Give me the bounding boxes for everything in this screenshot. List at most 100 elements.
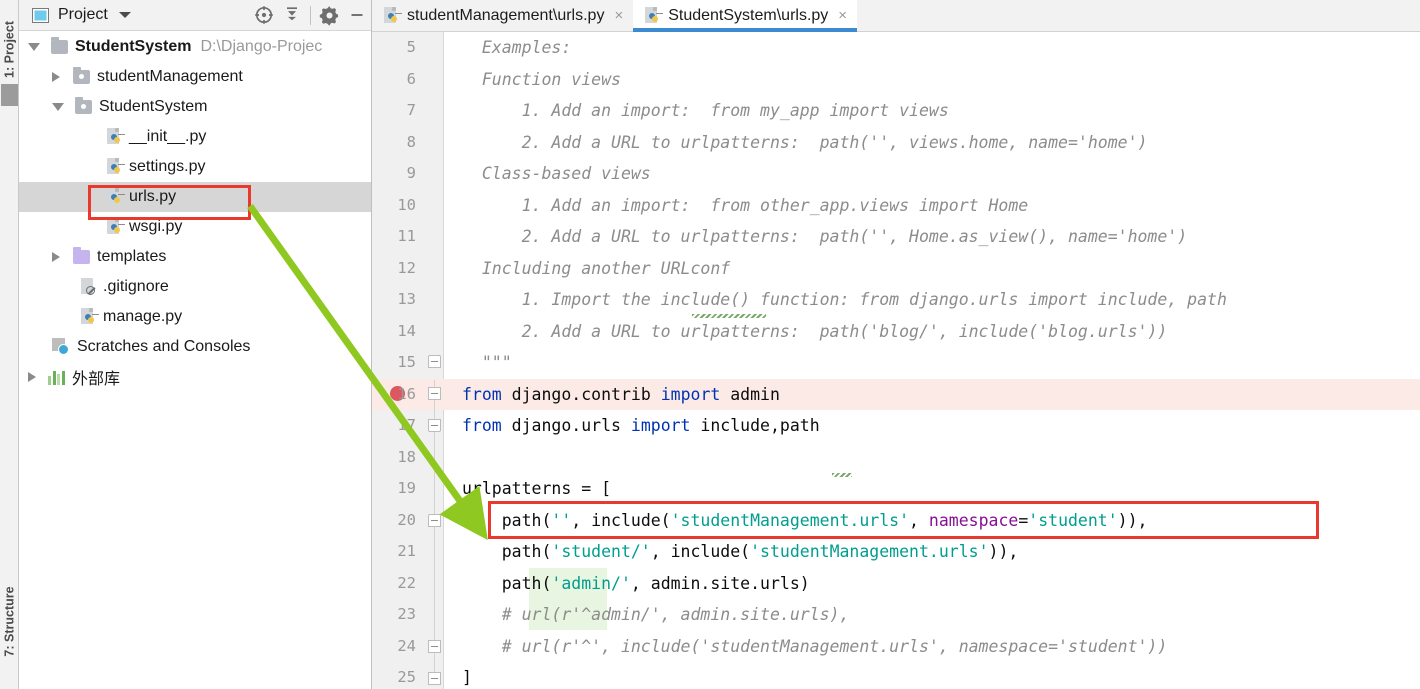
code-token: , include( [571,510,671,530]
line-number: 8 [406,132,416,151]
tree-row-gitignore[interactable]: .gitignore [19,272,371,302]
project-tree: StudentSystem D:\Django-Projec studentMa… [19,32,371,689]
code-token: from [462,416,502,435]
chevron-down-icon[interactable] [28,43,40,51]
hide-panel-icon[interactable] [343,0,371,31]
tree-row-label: wsgi.py [129,218,183,235]
fold-marker-icon[interactable] [428,387,441,400]
chevron-right-icon[interactable] [52,252,60,262]
tree-row-label: .gitignore [103,278,169,295]
line-number: 21 [397,542,416,560]
code-line-text: Examples: [444,38,571,57]
line-number: 17 [397,416,416,434]
line-number: 24 [397,636,416,655]
code-line-text: 2. Add a URL to urlpatterns: path('blog/… [444,322,1168,341]
tree-row-studentsystem-package[interactable]: StudentSystem [19,92,371,122]
fold-marker-icon[interactable] [428,514,441,527]
tree-row-init-py[interactable]: __init__.py [19,122,371,152]
line-number: 6 [406,69,416,88]
editor-tab-studentmanagement-urls[interactable]: studentManagement\urls.py × [372,0,633,31]
code-line: 1. Add an import: from my_app import vie… [444,95,1420,127]
python-file-icon [81,308,99,326]
code-view[interactable]: Examples: Function views 1. Add an impor… [372,32,1420,689]
code-line: 1. Add an import: from other_app.views i… [444,190,1420,222]
code-line-text: 1. Add an import: from my_app import vie… [444,101,949,120]
chevron-right-icon[interactable] [28,372,36,382]
tree-row-settings-py[interactable]: settings.py [19,152,371,182]
code-token: 1. Import the include() function: from d… [462,290,1227,309]
code-token: 'student' [1028,510,1118,530]
tree-row-label: __init__.py [129,128,207,145]
code-line: """ [444,347,1420,379]
line-number: 12 [397,258,416,277]
gitignore-file-icon [81,278,96,296]
code-line-text: # url(r'^admin/', admin.site.urls), [444,605,850,624]
tree-row-manage-py[interactable]: manage.py [19,302,371,332]
code-line-text: 1. Import the include() function: from d… [444,290,1227,309]
line-number: 13 [397,290,416,308]
collapse-all-icon[interactable] [278,0,306,31]
line-number: 7 [406,101,416,119]
python-file-icon [384,6,402,25]
tree-row-external-libraries[interactable]: 外部库 [19,362,371,392]
settings-gear-icon[interactable] [315,0,343,31]
code-line-text: ] [444,668,472,687]
locate-icon[interactable] [250,0,278,31]
line-number: 19 [397,479,416,497]
fold-marker-icon[interactable] [428,672,441,685]
left-tool-strip: 1: Project 7: Structure [0,0,19,689]
tool-window-button-structure-label: 7: Structure [2,586,17,657]
code-token: = [1018,510,1029,530]
line-number: 15 [397,353,416,371]
line-number: 18 [397,447,416,466]
code-token: 'studentManagement.urls' [750,542,989,561]
code-token: ] [462,668,472,687]
module-folder-icon [75,97,92,114]
tree-row-studentsystem-root[interactable]: StudentSystem D:\Django-Projec [19,32,371,62]
fold-marker-icon[interactable] [428,355,441,368]
tree-row-label: manage.py [103,308,183,325]
tree-row-urls-py[interactable]: urls.py [19,182,371,212]
code-token: path( [462,542,552,561]
project-panel-toolbar [250,0,371,31]
tree-row-label: settings.py [129,158,206,175]
chevron-down-icon[interactable] [118,12,131,18]
code-token: , include( [650,542,751,561]
python-file-icon [107,128,125,146]
tree-row-studentmanagement[interactable]: studentManagement [19,62,371,92]
code-token: Including another URLconf [462,258,731,278]
line-number: 25 [397,668,416,686]
chevron-right-icon[interactable] [52,72,60,82]
code-line: path('admin/', admin.site.urls) [444,568,1420,600]
project-tool-window: Project StudentSystem D:\Django-Projec s… [19,0,372,689]
folder-icon [51,37,68,54]
close-icon[interactable]: × [838,7,847,24]
code-line-text: urlpatterns = [ [444,479,611,498]
code-token: django.urls [501,416,631,435]
close-icon[interactable]: × [614,7,623,24]
editor-tab-studentsystem-urls[interactable]: StudentSystem\urls.py × [633,0,858,32]
tool-window-button-structure[interactable]: 7: Structure [1,576,20,668]
code-line: Class-based views [444,158,1420,190]
code-line: urlpatterns = [ [444,473,1420,505]
code-token: admin [720,384,780,404]
external-libraries-icon [48,370,65,385]
templates-folder-icon [73,247,90,264]
toolbar-divider [310,5,311,25]
code-line: 2. Add a URL to urlpatterns: path('blog/… [444,316,1420,348]
tree-row-templates[interactable]: templates [19,242,371,272]
project-panel-header: Project [19,0,371,31]
line-number: 9 [406,164,416,182]
chevron-down-icon[interactable] [52,103,64,111]
code-token: 1. Add an import: from other_app.views i… [462,195,1029,215]
tree-row-wsgi-py[interactable]: wsgi.py [19,212,371,242]
code-line [444,442,1420,474]
fold-marker-icon[interactable] [428,640,441,653]
tree-row-scratches-and-consoles[interactable]: Scratches and Consoles [19,332,371,362]
tool-window-button-project[interactable]: 1: Project [1,9,20,91]
line-number: 14 [397,321,416,340]
fold-marker-icon[interactable] [428,419,441,432]
python-file-icon [107,158,125,176]
tree-row-label: urls.py [129,188,177,205]
code-token: import [660,384,721,404]
